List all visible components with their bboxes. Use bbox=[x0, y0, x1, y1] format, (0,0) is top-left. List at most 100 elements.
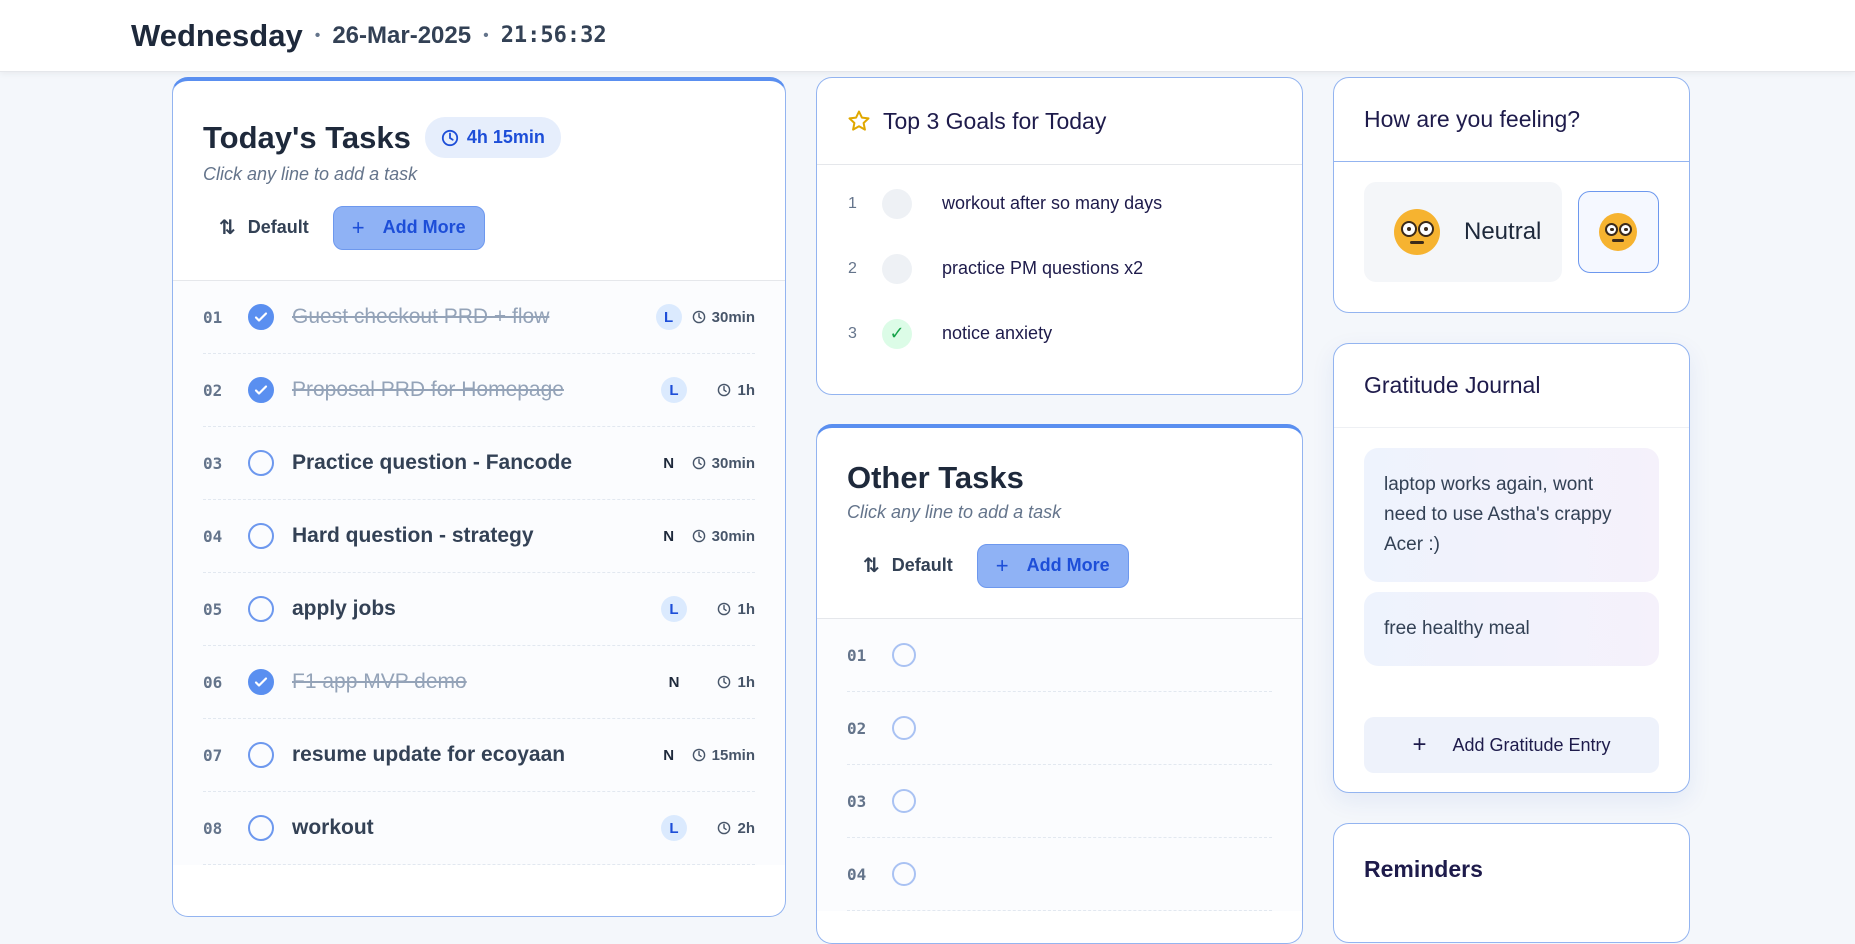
goal-text[interactable]: practice PM questions x2 bbox=[942, 258, 1143, 279]
date-label: 26-Mar-2025 bbox=[332, 21, 472, 49]
goal-text[interactable]: notice anxiety bbox=[942, 323, 1052, 344]
todays-tasks-title: Today's Tasks bbox=[203, 119, 411, 155]
reminders-card: Reminders bbox=[1333, 823, 1690, 943]
goal-checkbox[interactable]: ✓ bbox=[882, 318, 912, 349]
task-duration: 2h bbox=[697, 820, 755, 837]
clock-icon bbox=[718, 821, 731, 835]
task-text[interactable]: resume update for ecoyaan bbox=[292, 743, 656, 767]
check-icon bbox=[254, 385, 268, 395]
table-row[interactable]: 07 resume update for ecoyaan N 15min bbox=[203, 719, 755, 792]
task-checkbox[interactable] bbox=[248, 523, 274, 549]
goals-card: Top 3 Goals for Today 1 workout after so … bbox=[816, 77, 1303, 395]
gratitude-header: Gratitude Journal bbox=[1334, 344, 1689, 428]
task-number: 04 bbox=[847, 864, 867, 884]
gratitude-entry[interactable]: free healthy meal bbox=[1364, 592, 1659, 666]
mood-label: Neutral bbox=[1464, 218, 1542, 245]
clock-icon bbox=[692, 456, 705, 470]
task-text[interactable]: F1 app MVP demo bbox=[292, 670, 661, 694]
task-checkbox[interactable] bbox=[248, 450, 274, 476]
total-duration-value: 4h 15min bbox=[466, 127, 545, 147]
goal-text[interactable]: workout after so many days bbox=[942, 193, 1162, 214]
goal-list: 1 workout after so many days 2 practice PM … bbox=[817, 165, 1302, 366]
clock-icon bbox=[692, 310, 705, 324]
priority-badge: N bbox=[668, 673, 680, 691]
day-label: Wednesday bbox=[131, 17, 303, 53]
task-number: 05 bbox=[203, 599, 223, 619]
gratitude-entry[interactable]: laptop works again, wont need to use Ast… bbox=[1364, 448, 1659, 582]
sort-arrows-icon: ⇅ bbox=[219, 217, 236, 239]
task-text[interactable]: Hard question - strategy bbox=[292, 524, 656, 548]
task-duration: 1h bbox=[697, 674, 755, 691]
task-checkbox[interactable] bbox=[892, 789, 916, 813]
task-number: 03 bbox=[203, 453, 223, 473]
table-row[interactable]: 02 Proposal PRD for Homepage L 1h bbox=[203, 354, 755, 427]
goals-title: Top 3 Goals for Today bbox=[883, 107, 1107, 134]
table-row[interactable]: 03 bbox=[847, 765, 1272, 838]
task-duration-value: 1h bbox=[737, 673, 755, 691]
task-text[interactable]: workout bbox=[292, 816, 661, 840]
gratitude-card: Gratitude Journal laptop works again, wo… bbox=[1333, 343, 1690, 793]
task-number: 02 bbox=[203, 380, 223, 400]
task-text[interactable]: Guest checkout PRD + flow bbox=[292, 305, 656, 329]
task-checkbox[interactable] bbox=[892, 716, 916, 740]
task-number: 06 bbox=[203, 672, 223, 692]
goal-item[interactable]: 3 ✓ notice anxiety bbox=[817, 301, 1302, 366]
sort-button[interactable]: ⇅ Default bbox=[847, 543, 969, 588]
task-duration: 30min bbox=[692, 455, 755, 472]
goal-checkbox[interactable] bbox=[882, 188, 912, 219]
table-row[interactable]: 04 bbox=[847, 838, 1272, 911]
task-number: 08 bbox=[203, 818, 223, 838]
priority-badge: L bbox=[661, 377, 687, 403]
task-checkbox[interactable] bbox=[248, 742, 274, 768]
sort-button[interactable]: ⇅ Default bbox=[203, 205, 325, 250]
task-duration-value: 30min bbox=[711, 308, 755, 326]
task-text[interactable]: Practice question - Fancode bbox=[292, 451, 656, 475]
todays-tasks-card: Today's Tasks 4h 15min Click any line to… bbox=[172, 77, 786, 917]
task-duration-value: 30min bbox=[711, 454, 755, 472]
task-number: 01 bbox=[203, 307, 223, 327]
task-checkbox[interactable] bbox=[248, 669, 274, 695]
task-checkbox[interactable] bbox=[892, 862, 916, 886]
task-checkbox[interactable] bbox=[248, 377, 274, 403]
clock-icon bbox=[718, 675, 731, 689]
other-tasks-card: Other Tasks Click any line to add a task… bbox=[816, 424, 1303, 944]
task-checkbox[interactable] bbox=[248, 815, 274, 841]
table-row[interactable]: 03 Practice question - Fancode N 30min bbox=[203, 427, 755, 500]
table-row[interactable]: 04 Hard question - strategy N 30min bbox=[203, 500, 755, 573]
add-more-button[interactable]: + Add More bbox=[976, 543, 1129, 588]
other-task-list: 01 02 03 04 bbox=[817, 619, 1302, 911]
task-checkbox[interactable] bbox=[248, 304, 274, 330]
goal-item[interactable]: 1 workout after so many days bbox=[817, 171, 1302, 236]
task-duration-value: 1h bbox=[737, 600, 755, 618]
clock-icon bbox=[441, 129, 458, 146]
add-gratitude-button[interactable]: + Add Gratitude Entry bbox=[1364, 717, 1659, 773]
table-row[interactable]: 01 Guest checkout PRD + flow L 30min bbox=[203, 281, 755, 354]
goal-checkbox[interactable] bbox=[882, 253, 912, 284]
task-number: 04 bbox=[203, 526, 223, 546]
clock-icon bbox=[692, 529, 705, 543]
table-row[interactable]: 08 workout L 2h bbox=[203, 792, 755, 865]
other-tasks-title: Other Tasks bbox=[847, 460, 1024, 495]
task-number: 02 bbox=[847, 718, 867, 738]
table-row[interactable]: 02 bbox=[847, 692, 1272, 765]
task-duration: 1h bbox=[697, 382, 755, 399]
task-duration-value: 2h bbox=[737, 819, 755, 837]
plus-icon: + bbox=[1412, 731, 1427, 758]
task-checkbox[interactable] bbox=[892, 643, 916, 667]
table-row[interactable]: 06 F1 app MVP demo N 1h bbox=[203, 646, 755, 719]
task-checkbox[interactable] bbox=[248, 596, 274, 622]
add-more-button[interactable]: + Add More bbox=[332, 205, 485, 250]
task-duration: 15min bbox=[692, 747, 755, 764]
mood-select-button[interactable] bbox=[1577, 191, 1659, 273]
table-row[interactable]: 05 apply jobs L 1h bbox=[203, 573, 755, 646]
goal-item[interactable]: 2 practice PM questions x2 bbox=[817, 236, 1302, 301]
task-text[interactable]: Proposal PRD for Homepage bbox=[292, 378, 661, 402]
clock-icon bbox=[718, 602, 731, 616]
clock-label: 21:56:32 bbox=[500, 23, 607, 48]
sort-arrows-icon: ⇅ bbox=[863, 555, 880, 577]
total-duration-badge: 4h 15min bbox=[424, 117, 561, 158]
priority-badge: N bbox=[663, 527, 675, 545]
table-row[interactable]: 01 bbox=[847, 619, 1272, 692]
task-text[interactable]: apply jobs bbox=[292, 597, 661, 621]
header-bar: Wednesday • 26-Mar-2025 • 21:56:32 bbox=[0, 0, 1855, 72]
